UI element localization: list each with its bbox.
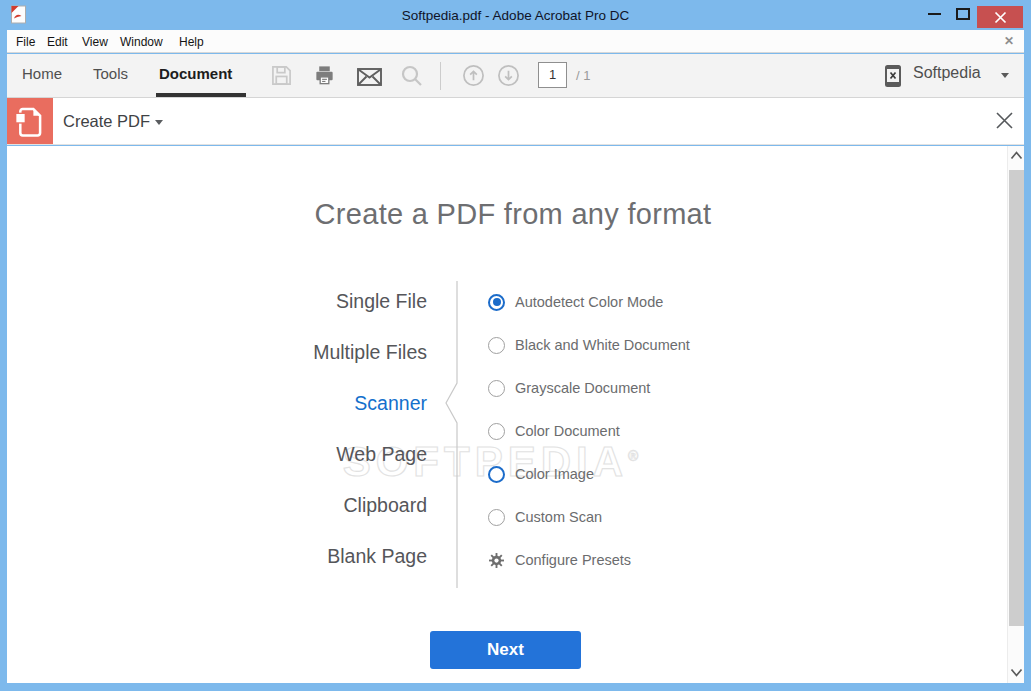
previous-page-icon[interactable] bbox=[462, 64, 485, 91]
gear-icon bbox=[488, 552, 505, 569]
panel-heading: Create a PDF from any format bbox=[13, 198, 1013, 231]
create-pdf-title[interactable]: Create PDF bbox=[63, 112, 150, 131]
radio-icon[interactable] bbox=[488, 509, 505, 526]
source-divider bbox=[441, 276, 471, 596]
create-pdf-icon bbox=[7, 98, 53, 144]
create-pdf-bar: Create PDF bbox=[7, 98, 1024, 145]
create-pdf-caret-icon[interactable] bbox=[155, 120, 163, 125]
mobile-device-icon[interactable] bbox=[884, 64, 902, 92]
source-single-file[interactable]: Single File bbox=[7, 276, 427, 327]
minimize-button[interactable] bbox=[928, 13, 941, 15]
acrobat-window: Softpedia.pdf - Adobe Acrobat Pro DC Fil… bbox=[0, 0, 1031, 691]
close-button[interactable] bbox=[977, 6, 1023, 28]
menu-view[interactable]: View bbox=[82, 35, 108, 49]
toolbar-separator bbox=[440, 62, 441, 90]
radio-icon[interactable] bbox=[488, 337, 505, 354]
scroll-down-icon[interactable] bbox=[1010, 668, 1023, 677]
next-button[interactable]: Next bbox=[430, 631, 581, 669]
maximize-button[interactable] bbox=[956, 8, 970, 20]
toolbar: Home Tools Document bbox=[7, 54, 1024, 98]
menu-bar: File Edit View Window Help ✕ bbox=[7, 30, 1024, 53]
radio-hover-icon[interactable] bbox=[488, 466, 505, 483]
create-pdf-panel: SOFTPEDIA® Create a PDF from any format … bbox=[7, 146, 1007, 683]
scroll-up-icon[interactable] bbox=[1010, 151, 1023, 160]
option-color-document[interactable]: Color Document bbox=[488, 420, 620, 442]
source-scanner[interactable]: Scanner bbox=[7, 378, 427, 429]
menu-help[interactable]: Help bbox=[179, 35, 204, 49]
source-list: Single File Multiple Files Scanner Web P… bbox=[7, 276, 427, 582]
search-icon[interactable] bbox=[400, 64, 423, 91]
source-clipboard[interactable]: Clipboard bbox=[7, 480, 427, 531]
radio-icon[interactable] bbox=[488, 380, 505, 397]
account-caret-icon bbox=[1001, 73, 1009, 78]
menu-window[interactable]: Window bbox=[120, 35, 163, 49]
menu-file[interactable]: File bbox=[16, 35, 35, 49]
radio-selected-icon[interactable] bbox=[488, 294, 505, 311]
option-black-white[interactable]: Black and White Document bbox=[488, 334, 690, 356]
active-tab-underline bbox=[156, 93, 246, 97]
email-icon[interactable] bbox=[357, 68, 382, 90]
option-grayscale[interactable]: Grayscale Document bbox=[488, 377, 650, 399]
source-blank-page[interactable]: Blank Page bbox=[7, 531, 427, 582]
configure-presets[interactable]: Configure Presets bbox=[488, 549, 631, 571]
account-dropdown[interactable]: Softpedia bbox=[913, 64, 981, 82]
tab-tools[interactable]: Tools bbox=[93, 65, 128, 82]
tab-home[interactable]: Home bbox=[22, 65, 62, 82]
menubar-close-icon[interactable]: ✕ bbox=[1004, 34, 1014, 48]
vertical-scrollbar[interactable] bbox=[1007, 146, 1024, 683]
option-color-image[interactable]: Color Image bbox=[488, 463, 594, 485]
next-page-icon[interactable] bbox=[497, 64, 520, 91]
option-autodetect[interactable]: Autodetect Color Mode bbox=[488, 291, 663, 313]
page-number-input[interactable]: 1 bbox=[538, 62, 567, 88]
tab-document[interactable]: Document bbox=[159, 65, 232, 82]
option-custom-scan[interactable]: Custom Scan bbox=[488, 506, 602, 528]
source-multiple-files[interactable]: Multiple Files bbox=[7, 327, 427, 378]
source-web-page[interactable]: Web Page bbox=[7, 429, 427, 480]
close-icon bbox=[994, 11, 1007, 24]
print-icon[interactable] bbox=[313, 64, 336, 91]
scrollbar-thumb[interactable] bbox=[1009, 170, 1024, 626]
window-title: Softpedia.pdf - Adobe Acrobat Pro DC bbox=[0, 0, 1031, 23]
menu-edit[interactable]: Edit bbox=[47, 35, 68, 49]
radio-icon[interactable] bbox=[488, 423, 505, 440]
save-icon[interactable] bbox=[271, 65, 292, 90]
page-total-label: / 1 bbox=[576, 68, 590, 83]
create-pdf-close-button[interactable] bbox=[995, 111, 1014, 134]
create-pdf-close-icon bbox=[995, 111, 1014, 130]
